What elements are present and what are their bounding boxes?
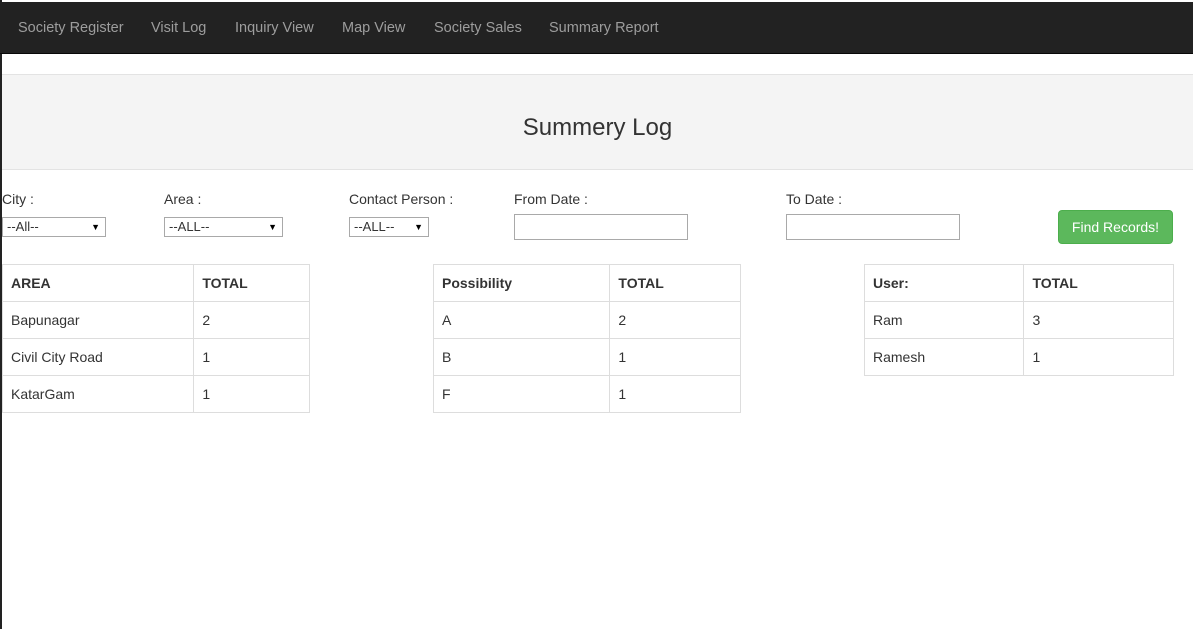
table-row: KatarGam 1 xyxy=(1,375,310,413)
find-records-button[interactable]: Find Records! xyxy=(1058,210,1173,244)
from-date-input[interactable] xyxy=(514,214,688,240)
page-header: Summery Log xyxy=(2,74,1193,170)
page-title: Summery Log xyxy=(522,114,673,141)
dropdown-arrow-icon: ▼ xyxy=(91,222,100,232)
possibility-cell: F xyxy=(432,375,611,413)
area-cell: Civil City Road xyxy=(1,338,195,376)
dropdown-arrow-icon: ▼ xyxy=(414,222,423,232)
area-select-value: --ALL-- xyxy=(169,219,210,234)
total-cell: 2 xyxy=(609,301,741,339)
table-header-row: User: TOTAL xyxy=(863,264,1174,302)
city-select-value: --All-- xyxy=(7,219,39,234)
contact-person-select[interactable]: --ALL-- ▼ xyxy=(349,217,429,237)
table-row: A 2 xyxy=(432,301,741,339)
area-summary-table: AREA TOTAL Bapunagar 2 Civil City Road 1… xyxy=(1,264,310,413)
table-header-row: AREA TOTAL xyxy=(1,264,310,302)
column-header: Possibility xyxy=(432,264,611,302)
total-cell: 1 xyxy=(193,375,310,413)
user-cell: Ram xyxy=(863,301,1025,339)
to-date-label: To Date : xyxy=(786,191,843,207)
column-header: TOTAL xyxy=(1023,264,1174,302)
total-cell: 1 xyxy=(1023,338,1174,376)
user-summary-table: User: TOTAL Ram 3 Ramesh 1 xyxy=(863,264,1174,376)
dropdown-arrow-icon: ▼ xyxy=(268,222,277,232)
column-header: User: xyxy=(863,264,1025,302)
total-cell: 1 xyxy=(193,338,310,376)
contact-person-label: Contact Person : xyxy=(349,191,454,207)
table-row: Civil City Road 1 xyxy=(1,338,310,376)
from-date-label: From Date : xyxy=(514,191,588,207)
nav-summary-report[interactable]: Summary Report xyxy=(549,2,659,54)
user-cell: Ramesh xyxy=(863,338,1025,376)
column-header: AREA xyxy=(1,264,195,302)
table-row: Ramesh 1 xyxy=(863,338,1174,376)
table-row: Bapunagar 2 xyxy=(1,301,310,339)
nav-society-register[interactable]: Society Register xyxy=(18,2,124,54)
top-navbar: Society Register Visit Log Inquiry View … xyxy=(0,2,1193,54)
city-label: City : xyxy=(2,191,34,207)
area-label: Area : xyxy=(164,191,202,207)
total-cell: 1 xyxy=(609,338,741,376)
nav-society-sales[interactable]: Society Sales xyxy=(434,2,522,54)
possibility-cell: B xyxy=(432,338,611,376)
nav-inquiry-view[interactable]: Inquiry View xyxy=(235,2,314,54)
possibility-summary-table: Possibility TOTAL A 2 B 1 F 1 xyxy=(432,264,741,413)
nav-map-view[interactable]: Map View xyxy=(342,2,405,54)
total-cell: 1 xyxy=(609,375,741,413)
table-header-row: Possibility TOTAL xyxy=(432,264,741,302)
to-date-input[interactable] xyxy=(786,214,960,240)
city-select[interactable]: --All-- ▼ xyxy=(2,217,106,237)
area-cell: Bapunagar xyxy=(1,301,195,339)
nav-visit-log[interactable]: Visit Log xyxy=(151,2,206,54)
area-select[interactable]: --ALL-- ▼ xyxy=(164,217,283,237)
contact-person-select-value: --ALL-- xyxy=(354,219,395,234)
column-header: TOTAL xyxy=(609,264,741,302)
possibility-cell: A xyxy=(432,301,611,339)
column-header: TOTAL xyxy=(193,264,310,302)
table-row: B 1 xyxy=(432,338,741,376)
total-cell: 2 xyxy=(193,301,310,339)
table-row: F 1 xyxy=(432,375,741,413)
area-cell: KatarGam xyxy=(1,375,195,413)
table-row: Ram 3 xyxy=(863,301,1174,339)
total-cell: 3 xyxy=(1023,301,1174,339)
